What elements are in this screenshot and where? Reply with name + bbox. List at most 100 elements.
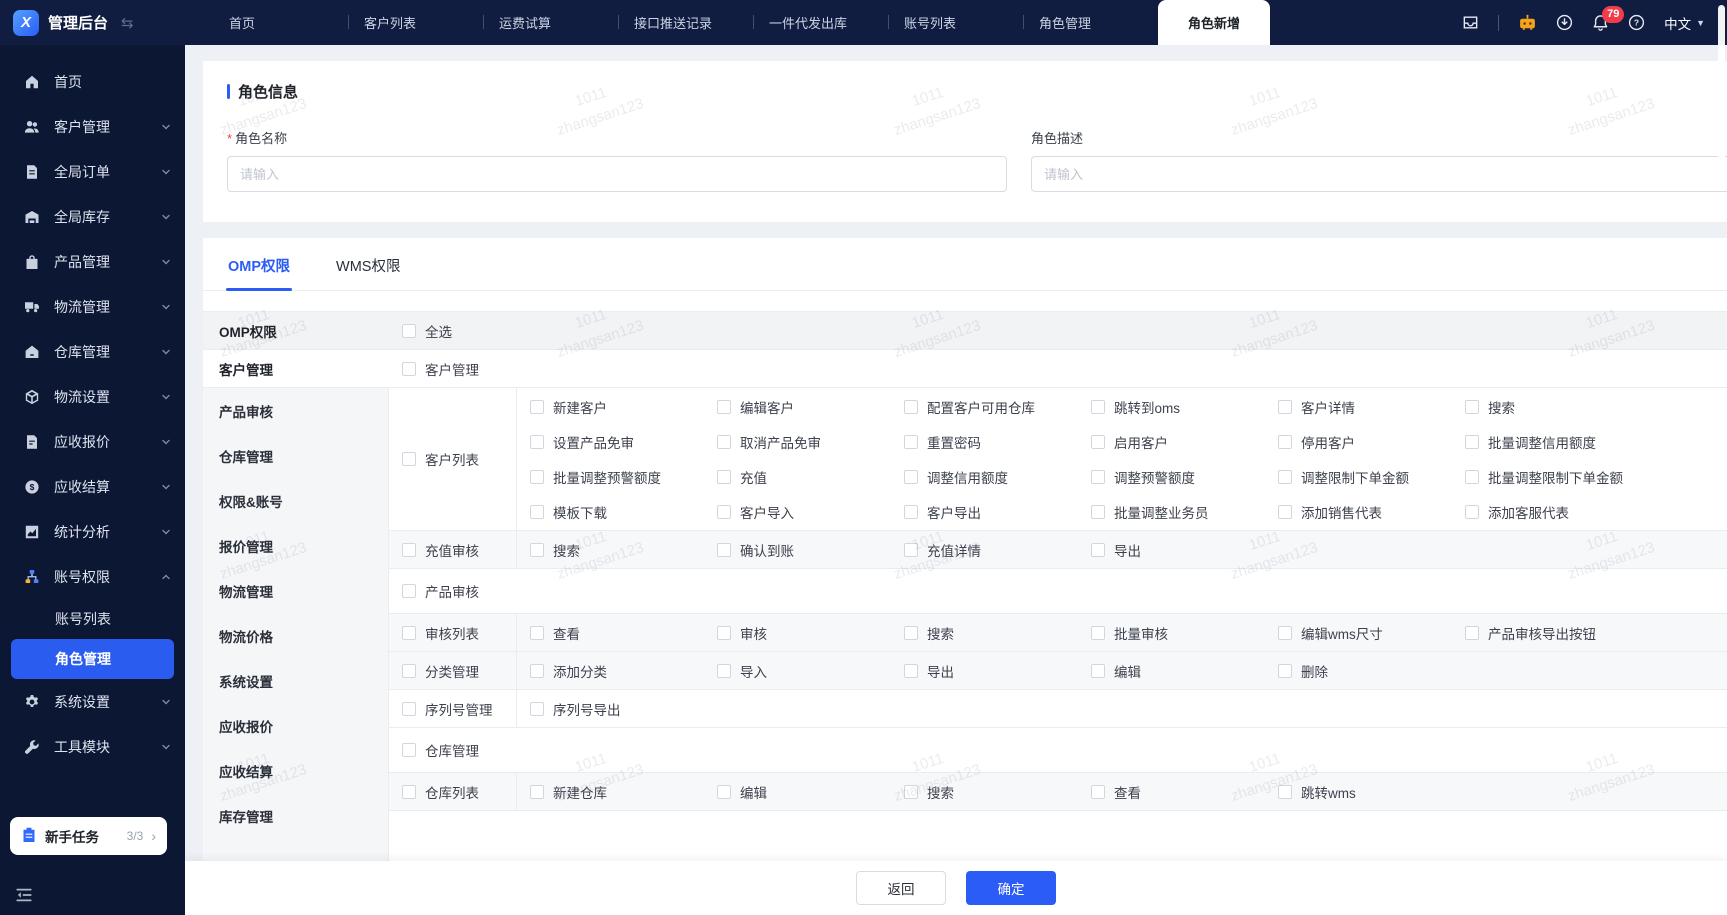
help-icon[interactable]: ? <box>1628 14 1645 31</box>
checkbox[interactable] <box>530 663 544 678</box>
checkbox[interactable] <box>717 784 731 799</box>
perm-checkbox[interactable]: 批量调整预警额度 <box>517 467 704 487</box>
perm-checkbox[interactable]: 审核 <box>704 623 891 643</box>
checkbox[interactable] <box>530 701 544 716</box>
robot-assistant-icon[interactable] <box>1518 14 1537 31</box>
perm-nav-item-6[interactable]: 物流价格 <box>203 613 388 658</box>
checkbox[interactable] <box>1091 399 1105 414</box>
perm-checkbox[interactable]: 导出 <box>1078 540 1265 560</box>
checkbox[interactable] <box>904 625 918 640</box>
collapse-sidebar-icon[interactable] <box>15 886 33 907</box>
checkbox[interactable] <box>904 504 918 519</box>
checkbox[interactable] <box>402 784 416 799</box>
topbar-tab-4[interactable]: 接口推送记录 <box>618 0 753 45</box>
checkbox[interactable] <box>904 663 918 678</box>
sidebar-item[interactable]: 全局库存 <box>0 194 185 239</box>
checkbox[interactable] <box>1465 504 1479 519</box>
perm-checkbox[interactable]: 充值详情 <box>891 540 1078 560</box>
sidebar-subitem[interactable]: 角色管理 <box>11 639 174 679</box>
checkbox[interactable] <box>530 504 544 519</box>
checkbox[interactable] <box>530 469 544 484</box>
perm-checkbox[interactable]: 仓库列表 <box>402 782 479 802</box>
perm-checkbox[interactable]: 取消产品免审 <box>704 432 891 452</box>
perm-checkbox[interactable]: 搜索 <box>891 623 1078 643</box>
checkbox[interactable] <box>1465 625 1479 640</box>
perm-checkbox[interactable]: 搜索 <box>891 782 1078 802</box>
download-icon[interactable] <box>1556 14 1573 31</box>
checkbox[interactable] <box>1091 784 1105 799</box>
checkbox[interactable] <box>717 663 731 678</box>
select-all-checkbox[interactable]: 全选 <box>402 321 452 341</box>
perm-nav-item-1[interactable]: 产品审核 <box>203 388 388 433</box>
perm-checkbox[interactable]: 模板下载 <box>517 502 704 522</box>
sidebar-item[interactable]: $ 应收结算 <box>0 464 185 509</box>
perm-checkbox[interactable]: 导入 <box>704 661 891 681</box>
perm-checkbox[interactable]: 编辑客户 <box>704 397 891 417</box>
perm-checkbox[interactable]: 跳转wms <box>1265 782 1452 802</box>
checkbox[interactable] <box>402 663 416 678</box>
perm-checkbox[interactable]: 新建仓库 <box>517 782 704 802</box>
perm-checkbox[interactable]: 确认到账 <box>704 540 891 560</box>
perm-nav-item-10[interactable]: 库存管理 <box>203 793 388 838</box>
perm-checkbox[interactable]: 产品审核导出按钮 <box>1452 623 1639 643</box>
back-button[interactable]: 返回 <box>856 871 946 905</box>
perm-checkbox[interactable]: 编辑wms尺寸 <box>1265 623 1452 643</box>
checkbox[interactable] <box>904 784 918 799</box>
sidebar-item[interactable]: 账号权限 <box>0 554 185 599</box>
checkbox[interactable] <box>1278 784 1292 799</box>
perm-checkbox[interactable]: 序列号管理 <box>402 699 493 719</box>
perm-checkbox[interactable]: 搜索 <box>1452 397 1639 417</box>
checkbox[interactable] <box>530 434 544 449</box>
scrollbar-thumb[interactable] <box>1718 5 1725 165</box>
perm-checkbox[interactable]: 批量审核 <box>1078 623 1265 643</box>
checkbox[interactable] <box>1278 504 1292 519</box>
checkbox[interactable] <box>402 323 416 338</box>
perm-checkbox[interactable]: 停用客户 <box>1265 432 1452 452</box>
topbar-tab-7[interactable]: 角色管理 <box>1023 0 1158 45</box>
perm-checkbox[interactable]: 充值 <box>704 467 891 487</box>
checkbox[interactable] <box>717 625 731 640</box>
sidebar-item[interactable]: 工具模块 <box>0 724 185 769</box>
checkbox[interactable] <box>1278 625 1292 640</box>
topbar-tab-5[interactable]: 一件代发出库 <box>753 0 888 45</box>
checkbox[interactable] <box>1091 434 1105 449</box>
perm-checkbox[interactable]: 客户列表 <box>402 449 479 469</box>
sidebar-item[interactable]: 首页 <box>0 59 185 104</box>
topbar-tab-1[interactable]: 首页 <box>213 0 348 45</box>
perm-checkbox[interactable]: 分类管理 <box>402 661 479 681</box>
checkbox[interactable] <box>717 504 731 519</box>
checkbox[interactable] <box>904 542 918 557</box>
checkbox[interactable] <box>1465 434 1479 449</box>
perm-checkbox[interactable]: 查看 <box>1078 782 1265 802</box>
inbox-icon[interactable] <box>1462 14 1479 31</box>
checkbox[interactable] <box>717 434 731 449</box>
sidebar-item[interactable]: 应收报价 <box>0 419 185 464</box>
sidebar-item[interactable]: 仓库管理 <box>0 329 185 374</box>
checkbox[interactable] <box>1278 663 1292 678</box>
perm-checkbox[interactable]: 充值审核 <box>402 540 479 560</box>
checkbox[interactable] <box>904 399 918 414</box>
perm-checkbox[interactable]: 批量调整信用额度 <box>1452 432 1639 452</box>
perm-checkbox[interactable]: 查看 <box>517 623 704 643</box>
checkbox[interactable] <box>1278 434 1292 449</box>
perm-checkbox[interactable]: 客户详情 <box>1265 397 1452 417</box>
sidebar-item[interactable]: 客户管理 <box>0 104 185 149</box>
perm-checkbox[interactable]: 产品审核 <box>402 581 479 601</box>
checkbox[interactable] <box>402 584 416 598</box>
tab-omp-permissions[interactable]: OMP权限 <box>225 255 293 291</box>
perm-checkbox[interactable]: 审核列表 <box>402 623 479 643</box>
topbar-tab-3[interactable]: 运费试算 <box>483 0 618 45</box>
language-switcher[interactable]: 中文 ▼ <box>1664 13 1705 33</box>
checkbox[interactable] <box>530 784 544 799</box>
swap-icon[interactable]: ⇆ <box>121 14 134 32</box>
checkbox[interactable] <box>402 625 416 640</box>
perm-checkbox[interactable]: 调整限制下单金额 <box>1265 467 1452 487</box>
perm-checkbox[interactable]: 编辑 <box>1078 661 1265 681</box>
perm-checkbox[interactable]: 调整信用额度 <box>891 467 1078 487</box>
role-name-input[interactable] <box>227 156 1007 192</box>
perm-checkbox[interactable]: 批量调整限制下单金额 <box>1452 467 1639 487</box>
confirm-button[interactable]: 确定 <box>966 871 1056 905</box>
sidebar-item[interactable]: 产品管理 <box>0 239 185 284</box>
checkbox[interactable] <box>1091 625 1105 640</box>
perm-checkbox[interactable]: 搜索 <box>517 540 704 560</box>
